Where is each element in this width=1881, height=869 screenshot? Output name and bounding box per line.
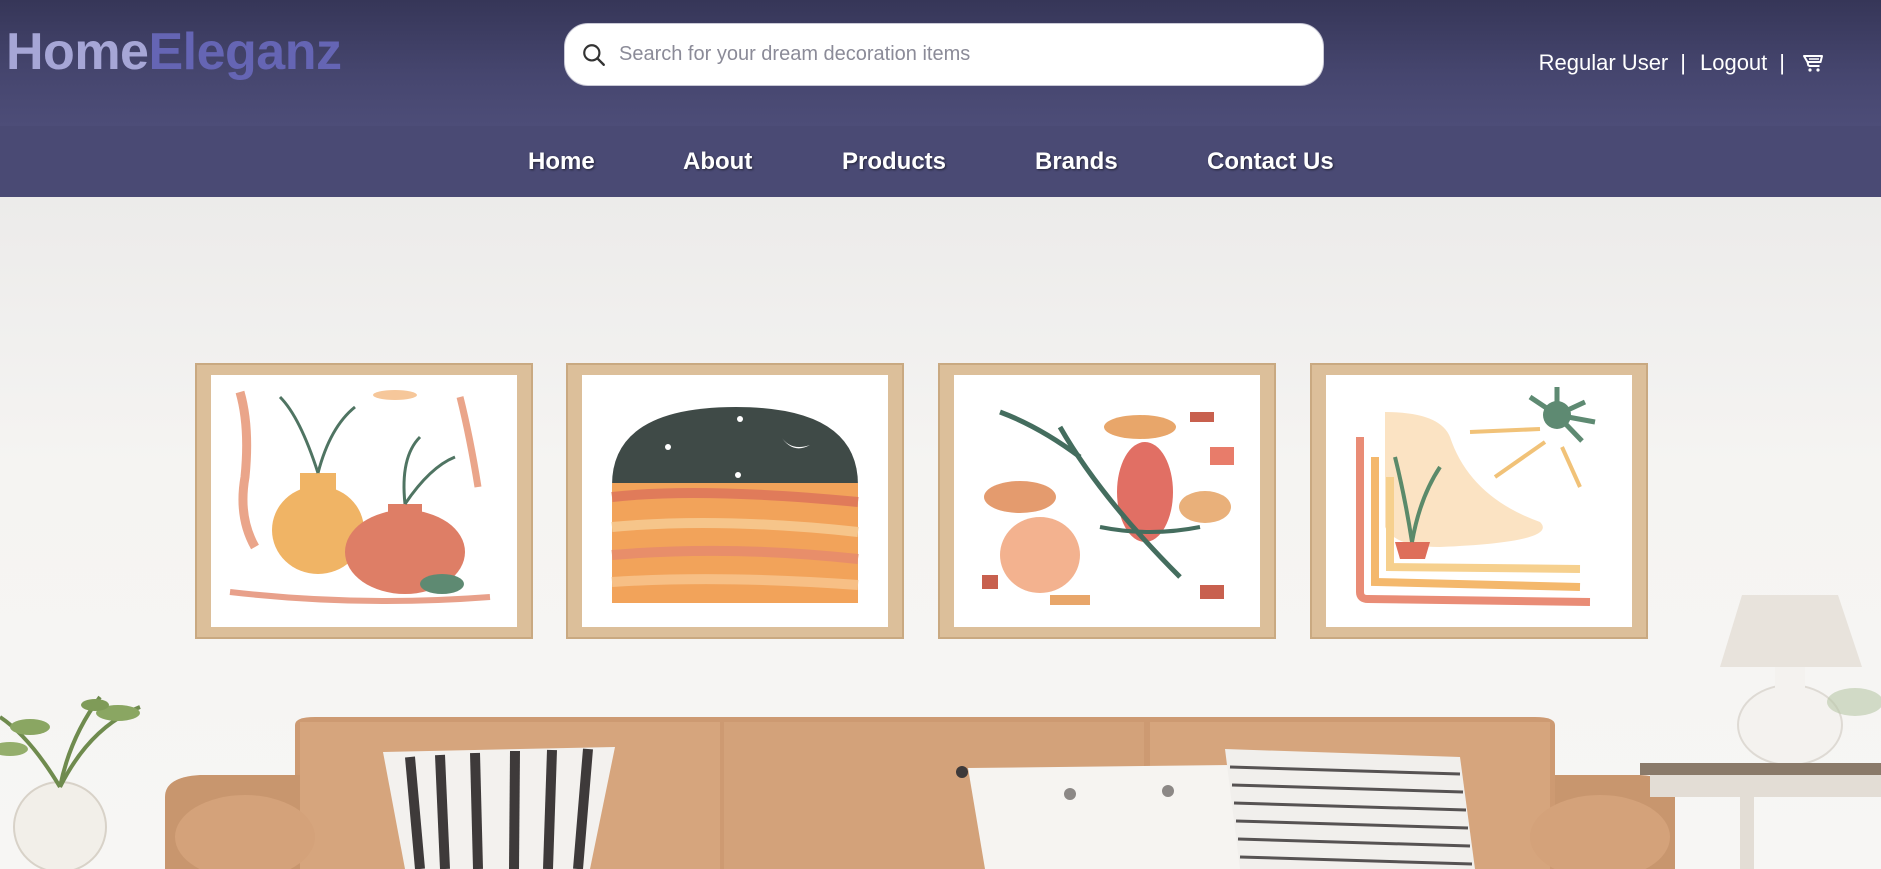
user-menu: Regular User | Logout |	[1539, 50, 1825, 76]
art-frame-botanical	[938, 363, 1276, 639]
cart-icon[interactable]	[1801, 51, 1825, 75]
logout-link[interactable]: Logout	[1700, 50, 1767, 76]
separator: |	[1680, 50, 1686, 75]
hero-illustration	[0, 363, 1881, 869]
search-input[interactable]	[619, 43, 1299, 66]
nav-contact-us[interactable]: Contact Us	[1207, 148, 1334, 176]
striped-pillow-right	[1225, 749, 1475, 869]
nav-brands[interactable]: Brands	[1035, 148, 1118, 176]
potted-plant	[0, 695, 141, 869]
separator: |	[1779, 50, 1785, 75]
logo-home: Home	[6, 23, 149, 81]
nav-products[interactable]: Products	[842, 148, 946, 176]
art-frame-sun-plant	[1310, 363, 1648, 639]
search-icon[interactable]	[581, 42, 607, 68]
nav-home[interactable]: Home	[528, 148, 595, 176]
user-name-link[interactable]: Regular User	[1539, 50, 1669, 76]
search-bar	[564, 23, 1324, 86]
main-nav: Home About Products Brands Contact Us	[0, 126, 1881, 197]
white-pillow-center	[956, 765, 1250, 869]
nav-about[interactable]: About	[683, 148, 752, 176]
logo-eleganz: Eleganz	[148, 23, 342, 81]
top-header: HomeEleganz Regular User | Logout |	[0, 0, 1881, 126]
striped-pillow-left	[383, 747, 615, 869]
hero-banner-image	[0, 197, 1881, 869]
site-logo[interactable]: HomeEleganz	[6, 22, 342, 82]
art-frame-desert-night	[566, 363, 904, 639]
art-frame-vases	[195, 363, 533, 639]
table-lamp	[1640, 595, 1881, 869]
